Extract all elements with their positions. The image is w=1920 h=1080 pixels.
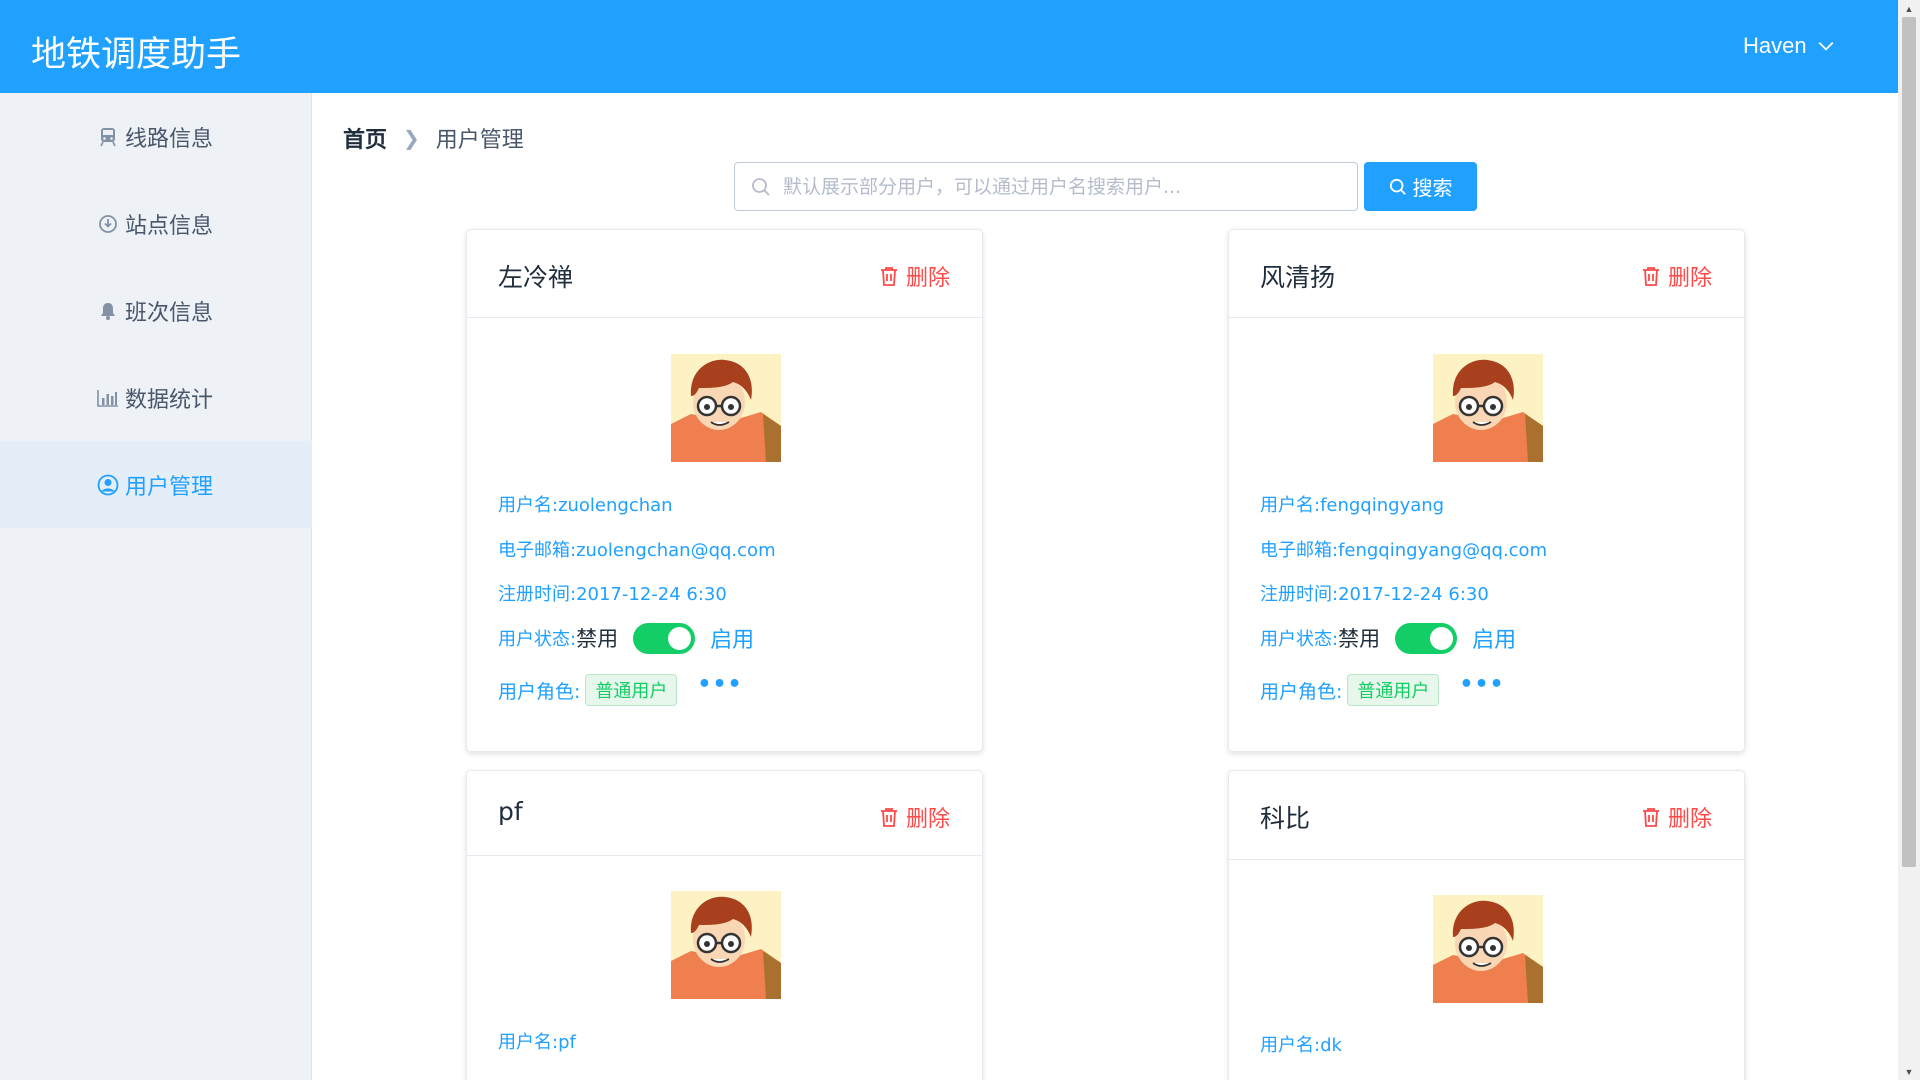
search-icon <box>752 177 770 196</box>
user-card: 科比 删除 用户名:dk <box>1228 770 1745 1080</box>
download-circle-icon <box>97 213 119 235</box>
sidebar-item-statistics[interactable]: 数据统计 <box>0 354 312 441</box>
user-name: Haven <box>1743 33 1807 58</box>
avatar <box>1433 895 1543 1003</box>
card-user-name: 科比 <box>1260 804 1311 833</box>
search-button[interactable]: 搜索 <box>1364 162 1477 211</box>
bell-icon <box>97 300 119 322</box>
breadcrumb-current: 用户管理 <box>435 128 524 153</box>
trash-icon <box>1642 267 1659 286</box>
delete-label: 删除 <box>1667 807 1712 832</box>
more-icon[interactable]: ••• <box>1459 674 1504 696</box>
username-text: 用户名:zuolengchan <box>498 495 673 516</box>
user-menu[interactable]: Haven <box>1743 33 1835 59</box>
avatar <box>671 891 781 999</box>
scroll-down-icon[interactable]: ▼ <box>1898 1063 1920 1080</box>
email-text: 电子邮箱:fengqingyang@qq.com <box>1260 540 1548 561</box>
email-text: 电子邮箱:zuolengchan@qq.com <box>498 540 776 561</box>
delete-label: 删除 <box>905 266 950 291</box>
delete-button[interactable]: 删除 <box>880 260 950 292</box>
sidebar: 线路信息 站点信息 班次信息 数据统计 用户管理 <box>0 93 312 1080</box>
delete-button[interactable]: 删除 <box>1642 801 1712 833</box>
status-on-text: 启用 <box>710 628 755 653</box>
delete-button[interactable]: 删除 <box>1642 260 1712 292</box>
card-user-name: 左冷禅 <box>498 263 574 292</box>
role-row: 用户角色: 普通用户 ••• <box>498 674 743 706</box>
user-card: 左冷禅 删除 用户名:zuolengchan 电子邮箱:zuolengchan@… <box>466 229 983 752</box>
register-time-text: 注册时间:2017-12-24 6:30 <box>1260 584 1489 605</box>
status-off-text: 禁用 <box>576 627 619 651</box>
register-time-text: 注册时间:2017-12-24 6:30 <box>498 584 727 605</box>
delete-button[interactable]: 删除 <box>880 801 950 833</box>
role-tag: 普通用户 <box>1347 674 1440 706</box>
status-toggle[interactable] <box>1395 622 1458 654</box>
card-header: pf 删除 <box>467 771 982 856</box>
sidebar-item-label: 线路信息 <box>125 126 214 152</box>
role-row: 用户角色: 普通用户 ••• <box>1260 674 1505 706</box>
avatar <box>671 354 781 462</box>
card-user-name: 风清扬 <box>1260 263 1336 292</box>
trash-icon <box>1642 808 1659 827</box>
status-off-text: 禁用 <box>1338 627 1381 651</box>
bar-chart-icon <box>97 387 119 409</box>
search-icon <box>1389 178 1406 195</box>
sidebar-item-schedules[interactable]: 班次信息 <box>0 267 312 354</box>
card-header: 风清扬 删除 <box>1229 230 1744 318</box>
status-toggle[interactable] <box>633 622 696 654</box>
delete-label: 删除 <box>905 807 950 832</box>
status-row: 用户状态: 禁用 启用 <box>498 622 754 654</box>
sidebar-item-stations[interactable]: 站点信息 <box>0 180 312 267</box>
more-icon[interactable]: ••• <box>697 674 742 696</box>
username-text: 用户名:fengqingyang <box>1260 495 1445 516</box>
status-row: 用户状态: 禁用 启用 <box>1260 622 1516 654</box>
search-box <box>734 162 1358 211</box>
role-label: 用户角色: <box>498 680 581 703</box>
app-title: 地铁调度助手 <box>31 35 242 75</box>
card-user-name: pf <box>498 797 523 826</box>
card-header: 左冷禅 删除 <box>467 230 982 318</box>
sidebar-item-users[interactable]: 用户管理 <box>0 441 312 528</box>
search-input[interactable] <box>783 175 1343 198</box>
role-label: 用户角色: <box>1260 680 1343 703</box>
sidebar-item-label: 站点信息 <box>125 213 214 239</box>
scrollbar-thumb[interactable] <box>1902 17 1916 867</box>
breadcrumb-home[interactable]: 首页 <box>343 122 387 154</box>
user-card: 风清扬 删除 用户名:fengqingyang 电子邮箱:fengqingyan… <box>1228 229 1745 752</box>
top-header: 地铁调度助手 Haven <box>0 0 1898 93</box>
user-card: pf 删除 用户名:pf <box>466 770 983 1080</box>
page-scrollbar[interactable]: ▲ ▼ <box>1898 0 1920 1080</box>
status-label: 用户状态: <box>498 629 577 650</box>
trash-icon <box>880 267 897 286</box>
card-header: 科比 删除 <box>1229 771 1744 860</box>
username-text: 用户名:pf <box>498 1032 576 1053</box>
trash-icon <box>880 808 897 827</box>
breadcrumb: 首页 ❯ 用户管理 <box>343 122 524 154</box>
username-text: 用户名:dk <box>1260 1035 1342 1056</box>
sidebar-item-label: 用户管理 <box>125 474 214 500</box>
avatar <box>1433 354 1543 462</box>
role-tag: 普通用户 <box>585 674 678 706</box>
user-circle-icon <box>97 474 119 496</box>
sidebar-item-routes[interactable]: 线路信息 <box>0 93 312 180</box>
train-icon <box>97 126 119 148</box>
scroll-up-icon[interactable]: ▲ <box>1898 0 1920 17</box>
status-label: 用户状态: <box>1260 629 1339 650</box>
chevron-right-icon: ❯ <box>403 126 420 150</box>
chevron-down-icon <box>1818 41 1833 51</box>
search-button-label: 搜索 <box>1412 176 1453 200</box>
sidebar-item-label: 班次信息 <box>125 300 214 326</box>
delete-label: 删除 <box>1667 266 1712 291</box>
status-on-text: 启用 <box>1472 628 1517 653</box>
sidebar-item-label: 数据统计 <box>125 387 214 413</box>
